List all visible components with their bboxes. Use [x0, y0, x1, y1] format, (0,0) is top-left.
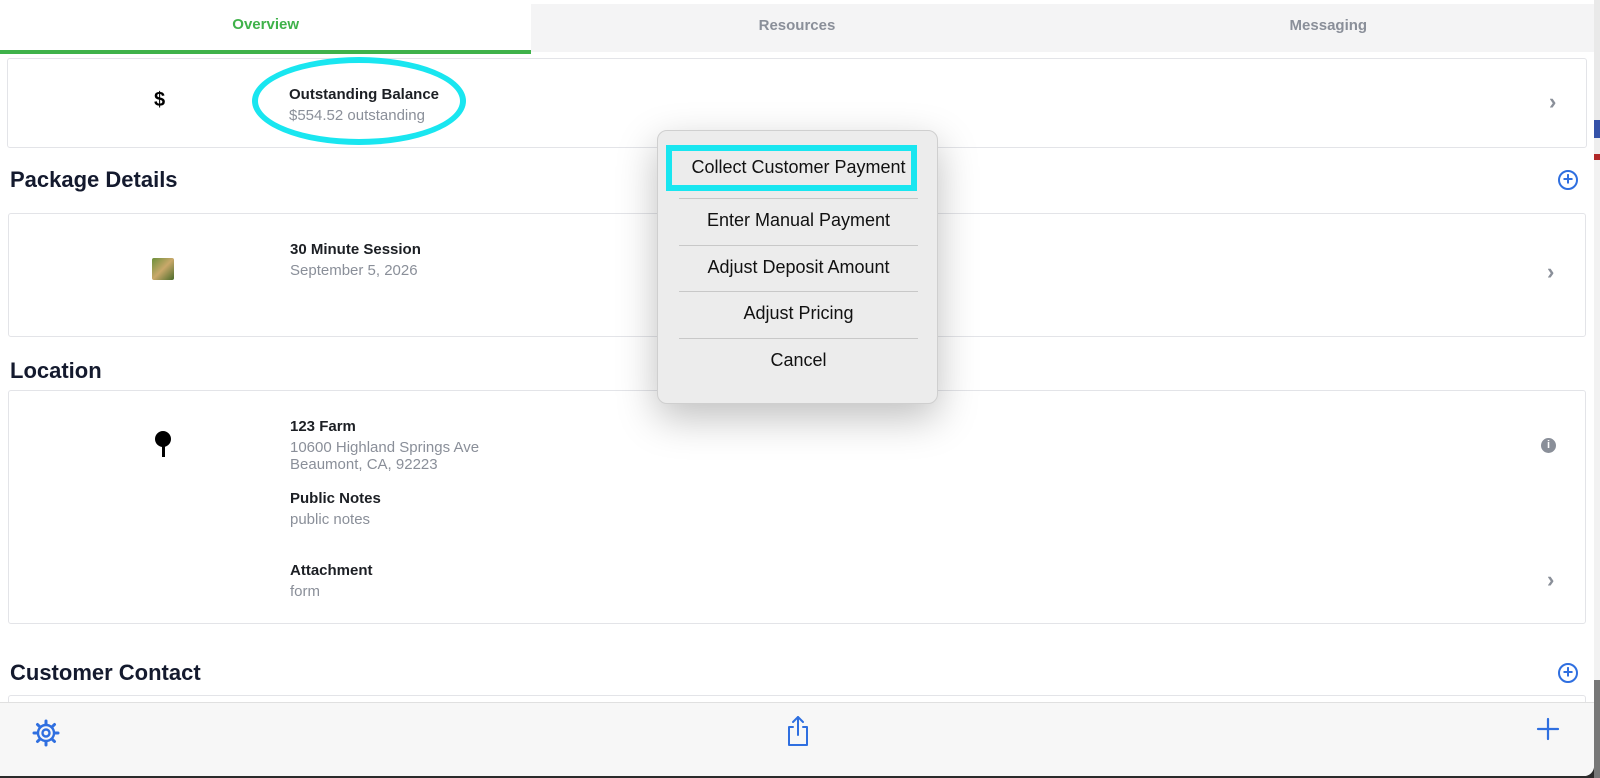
location-card: 123 Farm 10600 Highland Springs Ave Beau…	[8, 390, 1586, 624]
package-date: September 5, 2026	[290, 262, 418, 279]
location-name: 123 Farm	[290, 418, 356, 435]
customer-contact-heading: Customer Contact	[10, 660, 201, 685]
bottom-toolbar	[0, 702, 1594, 776]
add-icon[interactable]	[1536, 717, 1560, 741]
address-line1: 10600 Highland Springs Ave	[290, 439, 480, 456]
chevron-right-icon: ›	[1547, 259, 1555, 284]
share-icon[interactable]	[785, 715, 811, 747]
app-window: Overview Resources Messaging $ Outstandi…	[0, 0, 1594, 776]
package-thumbnail	[152, 258, 174, 280]
package-details-heading: Package Details	[10, 167, 178, 192]
add-package-icon[interactable]: +	[1558, 170, 1578, 190]
tab-overview[interactable]: Overview	[0, 0, 532, 54]
adjust-pricing-button[interactable]: Adjust Pricing	[679, 291, 918, 336]
tab-bar: Overview Resources Messaging	[0, 0, 1594, 54]
cancel-button[interactable]: Cancel	[679, 338, 918, 383]
settings-gear-icon[interactable]	[32, 719, 60, 747]
adjust-deposit-amount-button[interactable]: Adjust Deposit Amount	[679, 245, 918, 290]
enter-manual-payment-button[interactable]: Enter Manual Payment	[679, 198, 918, 243]
public-notes-value: public notes	[290, 511, 371, 528]
payment-action-sheet: Collect Customer Payment Enter Manual Pa…	[657, 130, 938, 404]
add-contact-icon[interactable]: +	[1558, 663, 1578, 683]
tab-messaging[interactable]: Messaging	[1062, 4, 1594, 52]
info-icon[interactable]: i	[1541, 438, 1556, 453]
attachment-chevron-icon[interactable]: ›	[1547, 567, 1554, 593]
public-notes-label: Public Notes	[290, 490, 381, 507]
package-title: 30 Minute Session	[290, 241, 421, 258]
map-pin-icon	[155, 431, 171, 459]
annotation-rectangle	[666, 145, 917, 191]
dollar-icon: $	[154, 89, 166, 111]
location-heading: Location	[10, 358, 102, 383]
attachment-label: Attachment	[290, 562, 373, 579]
desktop-background	[1594, 0, 1600, 778]
address-line2: Beaumont, CA, 92223	[290, 456, 438, 473]
tab-resources[interactable]: Resources	[531, 4, 1063, 52]
annotation-oval	[252, 57, 466, 145]
chevron-right-icon: ›	[1549, 89, 1557, 114]
attachment-value: form	[290, 583, 320, 600]
